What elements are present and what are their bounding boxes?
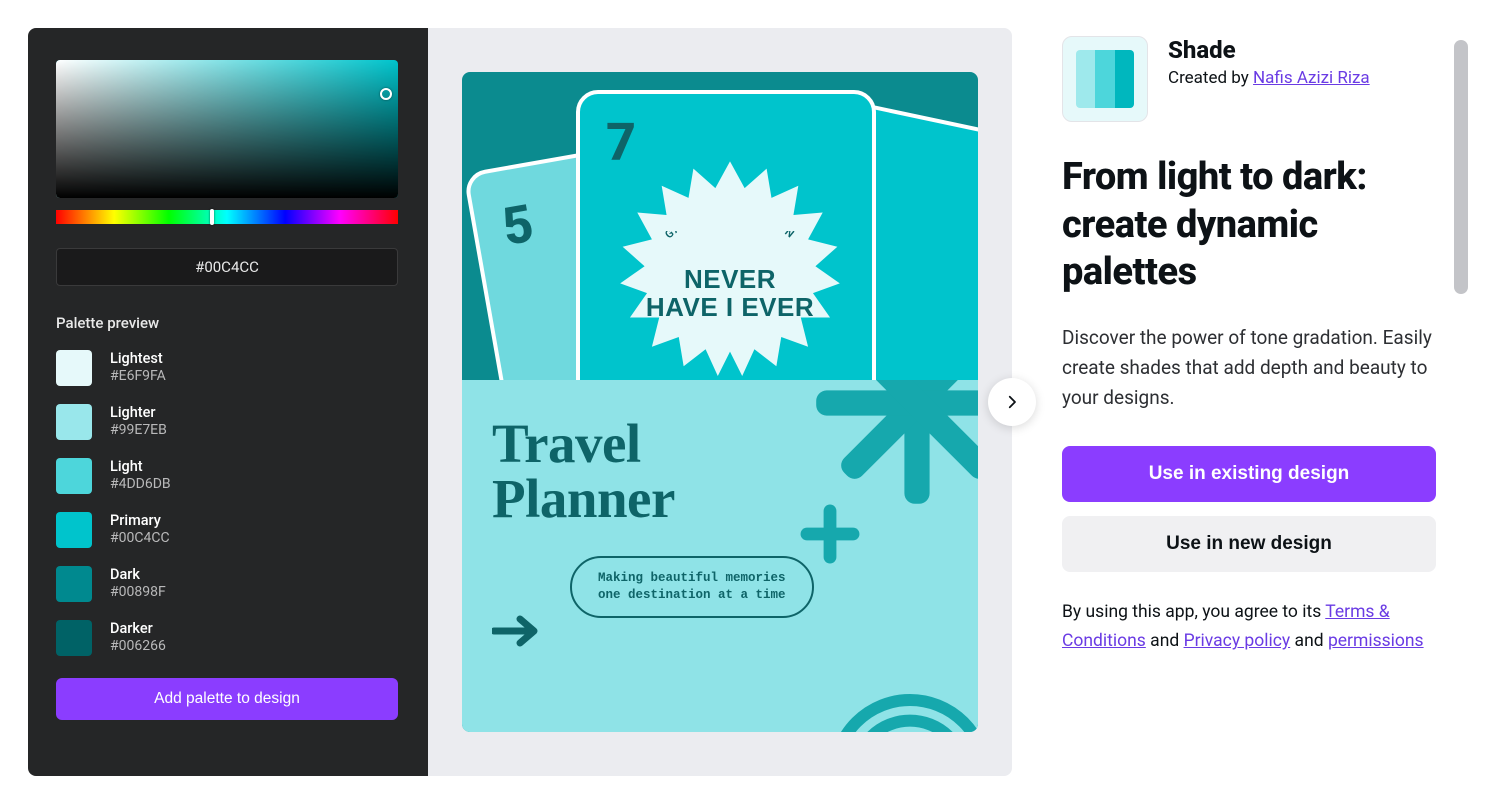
privacy-link[interactable]: Privacy policy	[1184, 631, 1291, 651]
design-mockup: 5 7 GAME NIGHT EDITION NEVERHAVE I EVER …	[462, 72, 978, 732]
swatch-row[interactable]: Lightest#E6F9FA	[56, 350, 400, 386]
hex-input[interactable]	[56, 248, 398, 286]
app-title: Shade	[1168, 36, 1370, 64]
swatch-hex: #00C4CC	[110, 530, 170, 548]
hue-slider[interactable]	[56, 210, 398, 224]
swatch-row[interactable]: Primary#00C4CC	[56, 512, 400, 548]
plus-shape	[798, 502, 862, 566]
swatch-hex: #E6F9FA	[110, 368, 166, 386]
palette-preview-label: Palette preview	[56, 314, 400, 332]
swatch-name: Primary	[110, 512, 170, 530]
swatch-row[interactable]: Darker#006266	[56, 620, 400, 656]
swatch-hex: #99E7EB	[110, 422, 167, 440]
swatch-row[interactable]: Lighter#99E7EB	[56, 404, 400, 440]
travel-line-2: Planner	[492, 468, 675, 529]
swatch-row[interactable]: Dark#00898F	[56, 566, 400, 602]
swatch-hex: #006266	[110, 638, 166, 656]
rainbow-shape	[824, 614, 978, 732]
asterisk-shape	[812, 380, 978, 508]
legal-text: By using this app, you agree to its Term…	[1062, 598, 1442, 658]
info-panel: Shade Created by Nafis Azizi Riza From l…	[1012, 28, 1488, 776]
svg-text:GAME NIGHT EDITION: GAME NIGHT EDITION	[662, 231, 797, 241]
swatch-name: Light	[110, 458, 171, 476]
headline: From light to dark: create dynamic palet…	[1062, 154, 1452, 297]
description: Discover the power of tone gradation. Ea…	[1062, 323, 1432, 414]
next-button[interactable]	[988, 378, 1036, 426]
star-line-1: NEVER	[684, 264, 776, 294]
swatch-color	[56, 512, 92, 548]
swatch-hex: #4DD6DB	[110, 476, 171, 494]
use-existing-button[interactable]: Use in existing design	[1062, 446, 1436, 502]
card-middle: 7 GAME NIGHT EDITION NEVERHAVE I EVER	[576, 90, 876, 380]
sv-handle[interactable]	[380, 88, 392, 100]
swatch-color	[56, 350, 92, 386]
saturation-value-picker[interactable]	[56, 60, 398, 198]
swatch-name: Dark	[110, 566, 166, 584]
swatch-name: Lightest	[110, 350, 166, 368]
scrollbar[interactable]	[1454, 40, 1468, 294]
swatch-name: Lighter	[110, 404, 167, 422]
permissions-link[interactable]: permissions	[1328, 631, 1424, 651]
preview-panel: 5 7 GAME NIGHT EDITION NEVERHAVE I EVER …	[428, 28, 1012, 776]
swatch-color	[56, 566, 92, 602]
travel-line-1: Travel	[492, 413, 641, 474]
swatch-row[interactable]: Light#4DD6DB	[56, 458, 400, 494]
use-new-button[interactable]: Use in new design	[1062, 516, 1436, 572]
arrow-icon	[492, 614, 540, 648]
swatch-name: Darker	[110, 620, 166, 638]
chevron-right-icon	[1003, 393, 1021, 411]
swatch-hex: #00898F	[110, 584, 166, 602]
card-number-5: 5	[498, 193, 538, 258]
curved-subtitle: GAME NIGHT EDITION	[640, 231, 820, 259]
hue-handle[interactable]	[210, 209, 214, 225]
swatch-color	[56, 404, 92, 440]
creator-link[interactable]: Nafis Azizi Riza	[1253, 68, 1370, 88]
creator-line: Created by Nafis Azizi Riza	[1168, 68, 1370, 88]
swatch-color	[56, 620, 92, 656]
app-icon	[1062, 36, 1148, 122]
add-palette-button[interactable]: Add palette to design	[56, 678, 398, 720]
tagline-pill: Making beautiful memoriesone destination…	[570, 556, 814, 618]
color-picker-panel: Palette preview Lightest#E6F9FA Lighter#9…	[28, 28, 428, 776]
app-container: Palette preview Lightest#E6F9FA Lighter#9…	[0, 0, 1488, 776]
star-line-2: HAVE I EVER	[646, 292, 814, 322]
swatch-color	[56, 458, 92, 494]
